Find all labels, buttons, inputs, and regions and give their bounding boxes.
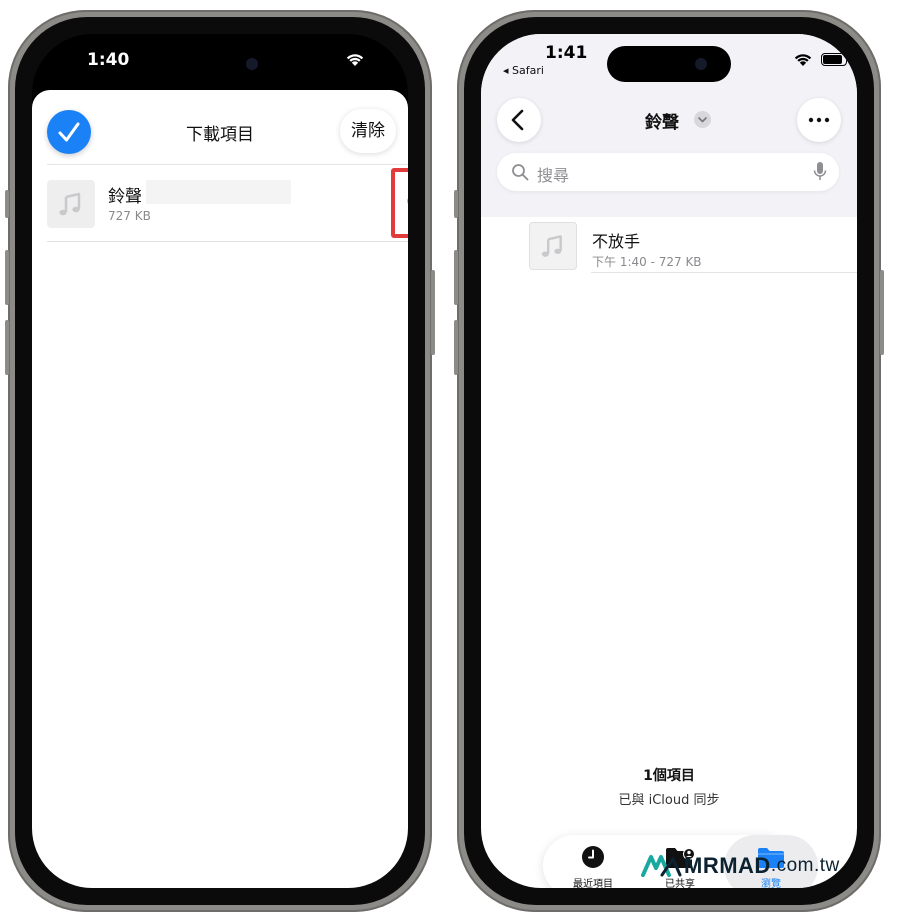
status-bar: 1:40 [32,34,408,86]
camera [695,58,707,70]
sync-status: 已與 iCloud 同步 [618,793,720,808]
status-bar: 1:41 ◂ Safari [481,34,857,86]
divider [47,241,408,242]
search-icon [512,164,529,181]
download-item-size: 727 KB [108,209,151,223]
downloads-sheet: 下載項目 清除 鈴聲 727 KB [32,90,408,888]
divider [591,272,857,273]
action-button [454,190,458,218]
clear-button[interactable]: 清除 [340,109,396,153]
volume-up-button [454,250,458,305]
wifi-icon [346,54,364,66]
right-screen: 1:41 ◂ Safari 鈴聲 搜尋 不放手 下午 1:40 - 727 KB… [481,34,857,888]
microphone-icon[interactable] [813,161,827,183]
download-item-name: 鈴聲 [108,187,142,207]
volume-up-button [5,250,9,305]
battery-icon [821,53,850,66]
watermark-brand: MRMAD [684,853,771,879]
left-phone-frame: 1:40 下載項目 清除 鈴聲 727 KB [5,10,435,912]
divider [47,164,408,165]
search-input[interactable]: 搜尋 [497,153,839,191]
right-phone-frame: 1:41 ◂ Safari 鈴聲 搜尋 不放手 下午 1:40 - 727 KB… [454,10,884,912]
tab-label: 最近項目 [573,879,613,888]
item-count: 1個項目 [643,768,695,784]
music-note-icon [59,192,81,216]
download-item-row[interactable]: 鈴聲 727 KB [47,168,408,240]
left-screen: 1:40 下載項目 清除 鈴聲 727 KB [32,34,408,888]
volume-down-button [5,320,9,375]
search-placeholder: 搜尋 [537,166,570,185]
magnifying-glass-icon[interactable] [406,192,408,214]
dynamic-island [607,46,731,82]
action-button [5,190,9,218]
file-name: 不放手 [592,232,641,251]
blurred-area [146,180,291,204]
clock-icon [582,846,604,868]
wifi-icon [794,54,812,66]
volume-down-button [454,320,458,375]
file-thumbnail [47,180,95,228]
more-button[interactable] [797,98,841,142]
file-row[interactable]: 不放手 下午 1:40 - 727 KB [529,222,857,292]
mrmad-logo-icon [641,855,682,878]
camera [246,58,258,70]
watermark-tld: .com.tw [770,855,840,877]
tab-recents[interactable]: 最近項目 [548,835,638,888]
side-button [880,270,884,355]
folder-title-text: 鈴聲 [645,113,679,133]
file-thumbnail [529,222,577,270]
site-watermark: MRMAD.com.tw [640,852,840,882]
status-time: 1:41 [545,43,588,63]
status-time: 1:40 [87,50,130,70]
ellipsis-icon [808,117,830,123]
side-button [431,270,435,355]
music-note-icon [541,235,562,257]
back-to-safari-link[interactable]: ◂ Safari [503,64,544,77]
chevron-down-icon[interactable] [694,111,711,128]
file-meta: 下午 1:40 - 727 KB [592,255,702,269]
dynamic-island [158,46,282,82]
